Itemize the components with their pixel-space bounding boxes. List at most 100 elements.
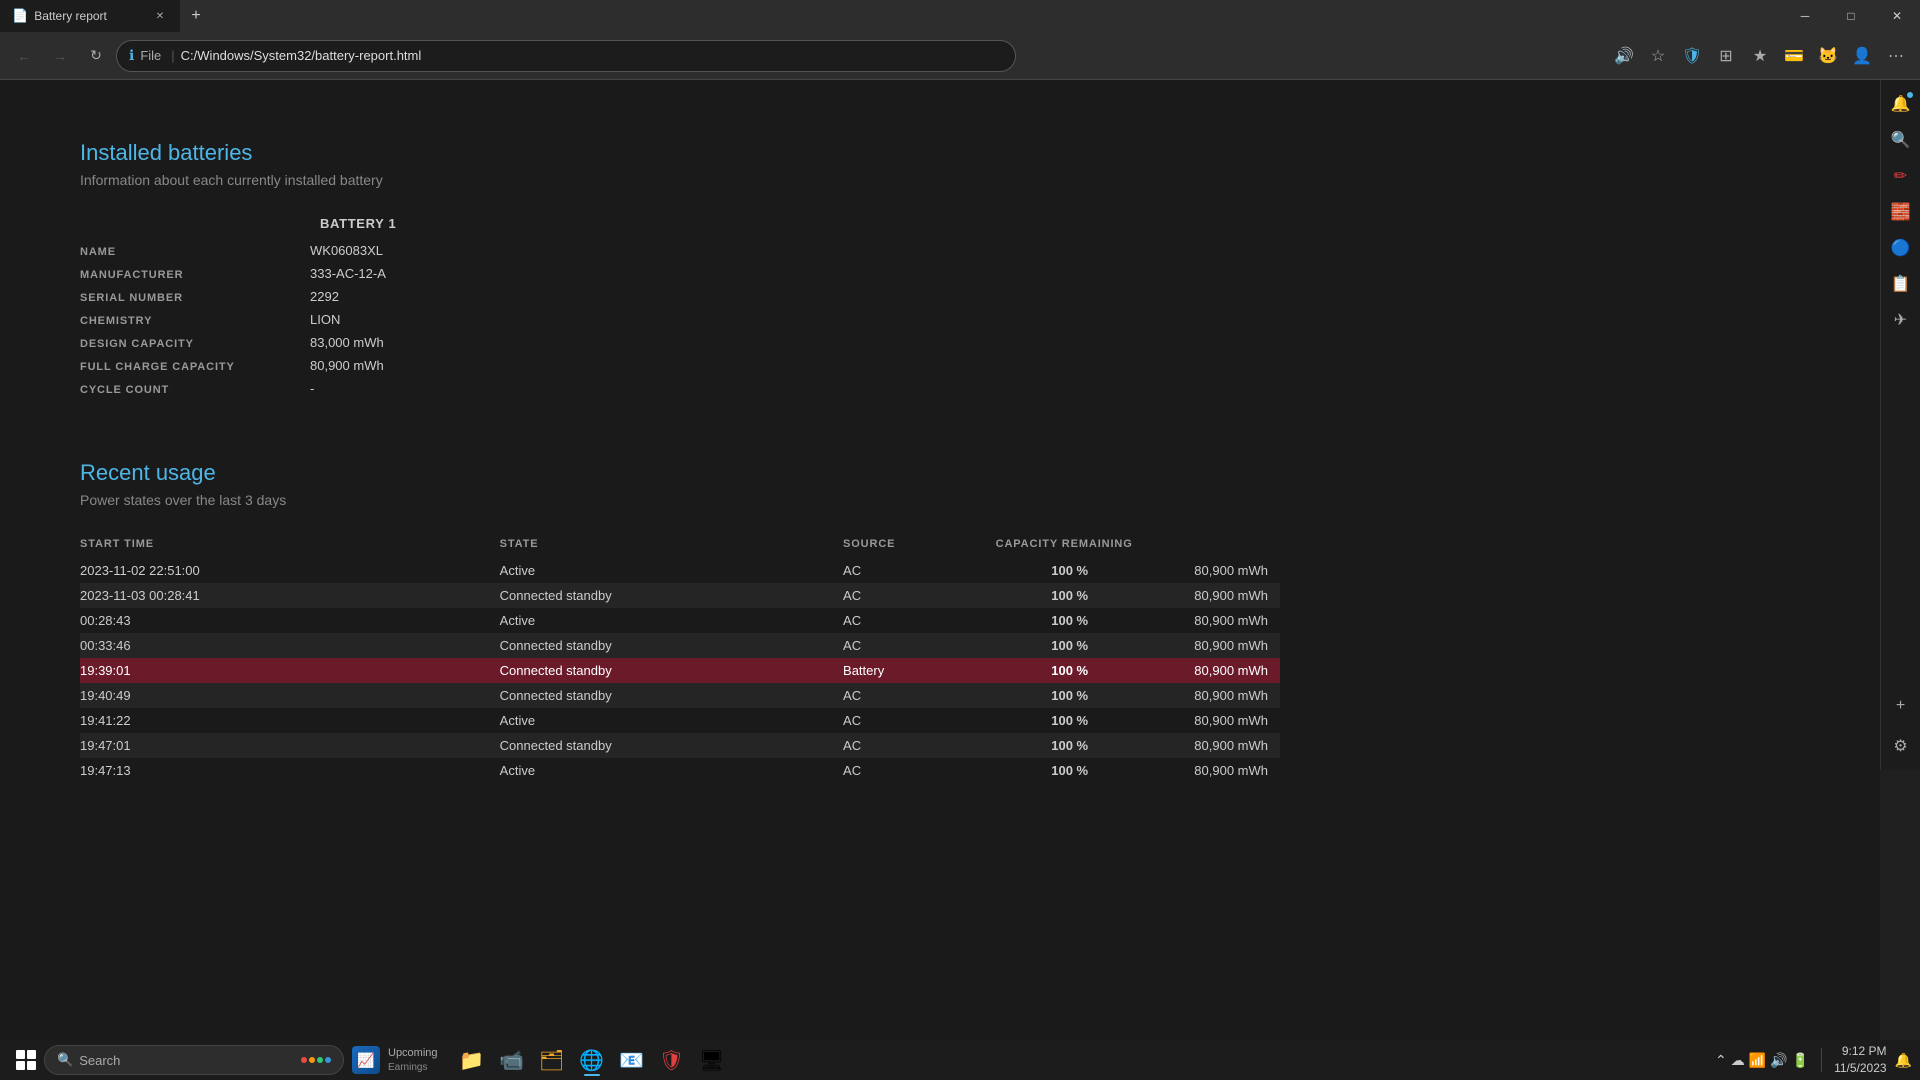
battery-row-chemistry: CHEMISTRY LION — [80, 308, 780, 331]
minimize-button[interactable]: ─ — [1782, 0, 1828, 32]
title-bar-controls: ─ □ ✕ — [1782, 0, 1920, 32]
antivirus-icon: 🛡 — [659, 1048, 684, 1073]
active-tab[interactable]: 📄 Battery report ✕ — [0, 0, 180, 32]
browser-content: Installed batteries Information about ea… — [0, 80, 1880, 1040]
cell-pct: 100 % — [996, 708, 1104, 733]
collections-icon[interactable]: ★ — [1744, 40, 1776, 72]
system-tray: ⌃ ☁ 📶 🔊 🔋 — [1715, 1052, 1809, 1069]
sidebar-clipboard-icon[interactable]: 📋 — [1885, 268, 1917, 300]
usage-table-body: 2023-11-02 22:51:00 Active AC 100 % 80,9… — [80, 558, 1280, 783]
cell-pct: 100 % — [996, 583, 1104, 608]
tray-up-arrow-icon[interactable]: ⌃ — [1715, 1052, 1727, 1069]
profile-icon[interactable]: 👤 — [1846, 40, 1878, 72]
taskbar-file-explorer[interactable]: 📁 — [454, 1042, 490, 1078]
cell-source: AC — [843, 708, 996, 733]
battery-label-full-charge: FULL CHARGE CAPACITY — [80, 361, 310, 373]
sidebar-circle-icon[interactable]: 🔵 — [1885, 232, 1917, 264]
forward-button[interactable]: → — [44, 40, 76, 72]
sidebar-search-icon[interactable]: 🔍 — [1885, 124, 1917, 156]
new-tab-button[interactable]: + — [180, 0, 212, 32]
upcoming-text: Upcoming Earnings — [388, 1046, 438, 1073]
installed-batteries-subtitle: Information about each currently install… — [80, 172, 1280, 188]
cell-state: Connected standby — [500, 583, 843, 608]
battery-label-serial: SERIAL NUMBER — [80, 292, 310, 304]
taskbar-antivirus[interactable]: 🛡 — [654, 1042, 690, 1078]
taskbar-apps: 📁 📹 🗂 🌐 📧 🛡 🖥 — [454, 1042, 730, 1078]
tray-volume-icon[interactable]: 🔊 — [1770, 1052, 1787, 1069]
start-button[interactable] — [8, 1042, 44, 1078]
battery-row-full-charge: FULL CHARGE CAPACITY 80,900 mWh — [80, 354, 780, 377]
search-placeholder: Search — [79, 1053, 120, 1068]
split-screen-icon[interactable]: ⊞ — [1710, 40, 1742, 72]
tray-battery-icon[interactable]: 🔋 — [1792, 1052, 1809, 1069]
taskbar-teams[interactable]: 📹 — [494, 1042, 530, 1078]
battery-header: BATTERY 1 — [80, 212, 780, 239]
url-text: C:/Windows/System32/battery-report.html — [181, 48, 1003, 63]
page-content: Installed batteries Information about ea… — [0, 80, 1360, 823]
taskbar-mail[interactable]: 📧 — [614, 1042, 650, 1078]
usage-table-row: 19:39:01 Connected standby Battery 100 %… — [80, 658, 1280, 683]
copilot-icon[interactable]: 🐱 — [1812, 40, 1844, 72]
tray-wifi-icon[interactable]: 📶 — [1749, 1052, 1766, 1069]
taskbar: 🔍 Search 📈 Upcoming Earnings 📁 📹 🗂 🌐 — [0, 1040, 1920, 1080]
cell-source: AC — [843, 758, 996, 783]
search-icon: 🔍 — [57, 1052, 73, 1068]
browser-essentials-icon[interactable]: 🛡 — [1676, 40, 1708, 72]
usage-table-row: 19:41:22 Active AC 100 % 80,900 mWh — [80, 708, 1280, 733]
wallet-icon[interactable]: 💳 — [1778, 40, 1810, 72]
battery-label-chemistry: CHEMISTRY — [80, 315, 310, 327]
title-bar-left: 📄 Battery report ✕ + — [0, 0, 1782, 32]
cell-state: Connected standby — [500, 633, 843, 658]
clock[interactable]: 9:12 PM 11/5/2023 — [1834, 1043, 1887, 1077]
favorites-icon[interactable]: ☆ — [1642, 40, 1674, 72]
battery-row-design-capacity: DESIGN CAPACITY 83,000 mWh — [80, 331, 780, 354]
tray-cloud-icon[interactable]: ☁ — [1731, 1052, 1745, 1069]
address-field[interactable]: ℹ File | C:/Windows/System32/battery-rep… — [116, 40, 1016, 72]
taskbar-terminal[interactable]: 🖥 — [694, 1042, 730, 1078]
maximize-button[interactable]: □ — [1828, 0, 1874, 32]
cell-source: AC — [843, 733, 996, 758]
sidebar-notifications-icon[interactable]: 🔔 — [1885, 88, 1917, 120]
right-sidebar: 🔔 🔍 ✏ 🧱 🔵 📋 ✈ + ⚙ — [1880, 80, 1920, 770]
clock-date: 11/5/2023 — [1834, 1060, 1887, 1077]
upcoming-earnings-widget[interactable]: 📈 Upcoming Earnings — [344, 1046, 446, 1074]
cell-mwh: 80,900 mWh — [1104, 658, 1280, 683]
sidebar-edit-icon[interactable]: ✏ — [1885, 160, 1917, 192]
sidebar-add-icon[interactable]: + — [1885, 690, 1917, 722]
notification-center-icon[interactable]: 🔔 — [1895, 1052, 1912, 1069]
cell-datetime: 19:39:01 — [80, 658, 500, 683]
cell-mwh: 80,900 mWh — [1104, 733, 1280, 758]
teams-icon: 📹 — [499, 1048, 524, 1073]
back-button[interactable]: ← — [8, 40, 40, 72]
toolbar-icons: 🔊 ☆ 🛡 ⊞ ★ 💳 🐱 👤 ⋯ — [1608, 40, 1912, 72]
sidebar-settings-icon[interactable]: ⚙ — [1885, 730, 1917, 762]
battery-row-manufacturer: MANUFACTURER 333-AC-12-A — [80, 262, 780, 285]
battery-value-serial: 2292 — [310, 289, 339, 304]
cell-source: Battery — [843, 658, 996, 683]
cell-source: AC — [843, 583, 996, 608]
notification-badge — [1907, 92, 1913, 98]
refresh-button[interactable]: ↻ — [80, 40, 112, 72]
col-source: SOURCE — [843, 532, 996, 558]
sidebar-send-icon[interactable]: ✈ — [1885, 304, 1917, 336]
cell-source: AC — [843, 608, 996, 633]
title-bar: 📄 Battery report ✕ + ─ □ ✕ — [0, 0, 1920, 32]
cell-datetime: 19:47:13 — [80, 758, 500, 783]
taskbar-files[interactable]: 🗂 — [534, 1042, 570, 1078]
battery-value-name: WK06083XL — [310, 243, 383, 258]
address-bar: ← → ↻ ℹ File | C:/Windows/System32/batte… — [0, 32, 1920, 80]
taskbar-search-bar[interactable]: 🔍 Search — [44, 1045, 344, 1075]
usage-table-row: 19:47:13 Active AC 100 % 80,900 mWh — [80, 758, 1280, 783]
close-button[interactable]: ✕ — [1874, 0, 1920, 32]
installed-batteries-section: Installed batteries Information about ea… — [80, 140, 1280, 400]
cell-datetime: 19:41:22 — [80, 708, 500, 733]
tab-close-button[interactable]: ✕ — [152, 8, 168, 24]
taskbar-edge[interactable]: 🌐 — [574, 1042, 610, 1078]
read-aloud-icon[interactable]: 🔊 — [1608, 40, 1640, 72]
sidebar-extensions-icon[interactable]: 🧱 — [1885, 196, 1917, 228]
cell-source: AC — [843, 633, 996, 658]
battery-value-cycle-count: - — [310, 381, 314, 396]
battery-row-name: NAME WK06083XL — [80, 239, 780, 262]
cell-mwh: 80,900 mWh — [1104, 608, 1280, 633]
settings-more-icon[interactable]: ⋯ — [1880, 40, 1912, 72]
